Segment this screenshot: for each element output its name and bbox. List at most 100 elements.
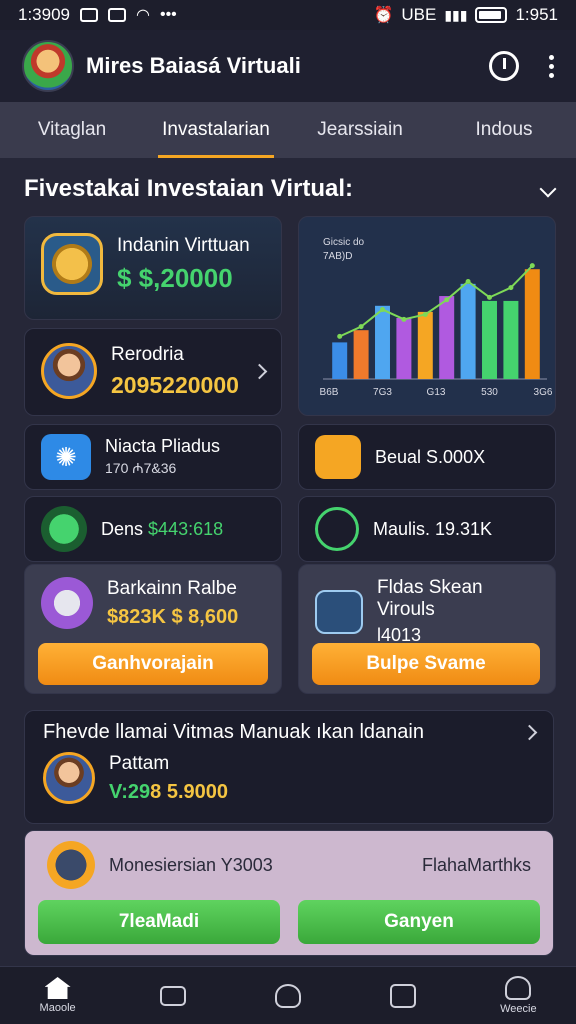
home-icon [44,977,71,999]
profile-value: 2095220000 [111,371,239,398]
mauls-card[interactable]: Maulis. 19.31K [298,496,556,562]
promo-subtitle: Pattam [109,752,170,774]
chart-bar [503,300,519,379]
app-header: Mires Baiasá Virtuali [0,30,576,102]
nav-transfer[interactable] [133,985,213,1006]
chart-bar [375,305,390,379]
promo-card[interactable]: Fhevde llamai Vitmas Manuak ıkan ldanain… [24,710,554,824]
status-time-right: 1:951 [515,5,558,24]
bean-label: Beual S.000X [375,446,486,467]
investment-chart: Gicsic do 7AB)D B6B 7G3 G13 530 3G6 [320,237,553,398]
chart-legend-line: 7AB)D [323,251,352,262]
chart-bar [417,311,433,379]
chart-x-tick-label: 530 [481,387,498,398]
more-vert-icon[interactable] [549,54,554,78]
section-header[interactable]: Fivestakai Investaian Virtual: [24,172,557,206]
promo-value: V:298 5.9000 [109,780,229,803]
coin-badge-icon [41,233,103,295]
tab-vitaglan[interactable]: Vitaglan [0,102,144,158]
nav-profile-label: Weecie [500,1003,537,1015]
nav-home[interactable]: Maoole [18,977,98,1014]
promo-avatar [43,752,95,804]
settings-value: 170 ₼7&36 [105,460,177,476]
action-left-button[interactable]: 7leaMadi [38,900,280,944]
chart-point [529,263,535,269]
tab-invastalarian[interactable]: Invastalarian [144,102,288,158]
wifi-icon: ◠ [136,7,150,24]
chart-bar [460,283,476,379]
chevron-down-icon[interactable] [539,180,557,198]
user-icon [505,976,532,1000]
chart-bar [353,330,369,379]
chart-point [444,297,450,303]
profile-card[interactable]: Rerodria 2095220000 [24,328,282,416]
chart-legend-line: Gicsic do [323,237,365,248]
profile-label: Rerodria [111,343,184,365]
chart-point [380,307,385,313]
tab-jearssiain[interactable]: Jearssiain [288,102,432,158]
nav-home-label: Maoole [39,1002,76,1014]
chart-bar [482,300,497,379]
mail-icon [80,8,98,22]
action-left-label: Monesiersian Y3003 [109,854,273,875]
chart-point [358,324,364,330]
transfer-icon [159,985,186,1006]
chart-card: Gicsic do 7AB)D B6B 7G3 G13 530 3G6 [298,216,556,416]
wallet-icon [315,435,361,479]
video-icon [108,8,126,22]
section-title: Fivestakai Investaian Virtual: [24,175,354,202]
dens-card[interactable]: Dens $443:618 [24,496,282,562]
settings-label: Niacta Pliadus [105,436,221,456]
status-time-left: 1:3909 [18,5,70,24]
nav-wallet[interactable] [363,983,443,1008]
action-right-button[interactable]: Ganyen [298,900,540,944]
avatar [41,343,97,399]
offer-left-value: $823K $ 8,600 [107,605,239,628]
chart-bar [439,296,455,379]
balance-value: $ $,20000 [117,262,233,293]
app-title: Mires Baiasá Virtuali [86,53,301,78]
action-right-label: FlahaMarthks [421,854,531,875]
dens-row: Dens $443:618 [101,518,224,539]
app-logo [22,40,74,92]
clock-icon [274,983,301,1008]
balance-label: Indanin Virttuan [117,234,250,256]
pen-icon [315,507,359,551]
signal-icon: ▮▮▮ [444,6,468,23]
document-icon [315,589,363,634]
chart-point [337,333,343,339]
mauls-label: Maulis. 19.31K [373,518,493,539]
chart-x-tick-label: 7G3 [373,387,392,398]
tab-indous[interactable]: Indous [432,102,576,158]
chart-point [422,311,428,317]
chart-bar [396,318,412,379]
chart-x-tick-label: 3G6 [534,387,553,398]
chart-point [487,294,492,300]
chart-point [465,279,471,284]
network-label: UBE [401,5,437,24]
chevron-right-icon[interactable] [521,724,538,741]
dens-value: $443:618 [148,518,224,539]
nav-profile[interactable]: Weecie [478,976,558,1015]
nav-history[interactable] [248,983,328,1008]
battery-icon [475,7,508,23]
chart-point [401,316,407,322]
chart-bar [332,342,348,379]
offer-left-button[interactable]: Ganhvorajain [38,643,268,685]
more-dots-icon: ••• [159,6,177,23]
offer-right-button[interactable]: Bulpe Svame [312,643,540,685]
chart-bar [524,269,540,379]
bean-card[interactable]: Beual S.000X [298,424,556,490]
settings-card[interactable]: ✺ Niacta Pliadus 170 ₼7&36 [24,424,282,490]
bottom-nav: Maoole Weecie [0,966,576,1024]
alarm-icon: ⏰ [373,7,394,24]
badge-icon [47,841,95,889]
shield-check-icon [41,506,87,552]
tab-bar: Vitaglan Invastalarian Jearssiain Indous [0,102,576,158]
balance-card[interactable]: Indanin Virttuan $ $,20000 [24,216,282,320]
gear-icon: ✺ [41,434,91,480]
chevron-right-icon[interactable] [251,363,268,379]
storage-icon [41,577,93,629]
history-icon[interactable] [489,51,519,81]
square-icon [390,983,417,1008]
